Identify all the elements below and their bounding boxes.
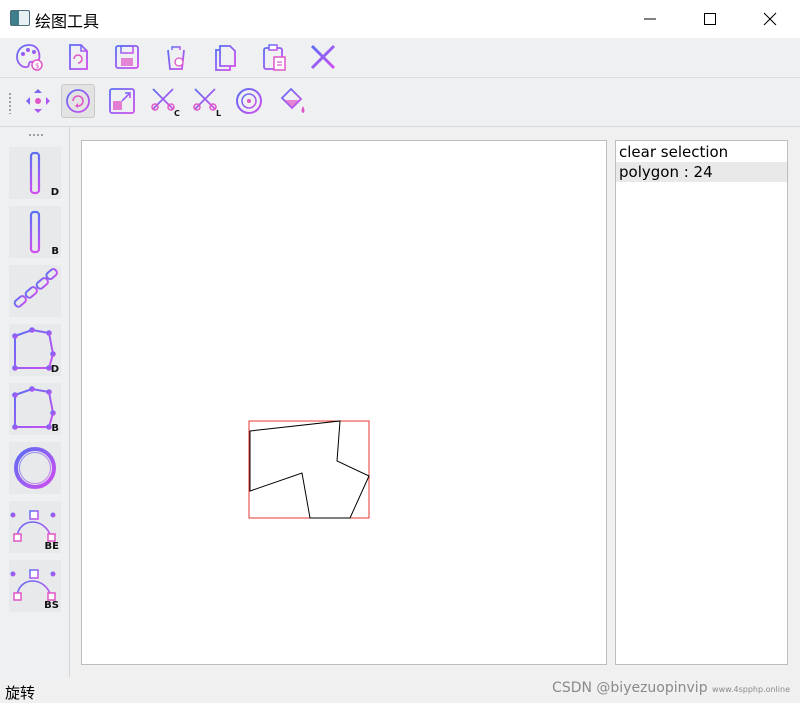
tool-tag: B	[51, 246, 59, 257]
list-item[interactable]: clear selection	[616, 142, 787, 162]
shape-list[interactable]: clear selection polygon : 24	[615, 140, 788, 665]
watermark: CSDN @biyezuopinvip www.4spphp.online	[552, 680, 790, 696]
file-toolbar: $	[0, 38, 800, 78]
trash-icon	[165, 46, 187, 70]
copy-icon	[215, 45, 236, 71]
palette-button[interactable]: $	[12, 40, 46, 74]
paste-button[interactable]	[257, 40, 291, 74]
close-button[interactable]	[740, 0, 800, 38]
chain-line-icon	[13, 268, 58, 308]
move-icon	[26, 89, 50, 113]
cut-cohen-icon: C	[151, 88, 180, 117]
exit-button[interactable]	[306, 40, 340, 74]
drawing-canvas[interactable]	[81, 140, 607, 665]
center-icon	[236, 88, 262, 114]
scale-icon	[109, 88, 135, 114]
scale-button[interactable]	[105, 84, 139, 118]
fill-icon	[280, 87, 305, 113]
polygon-bresenham-tool[interactable]: B	[9, 383, 61, 435]
curve-bezier-tool[interactable]: BE	[9, 501, 61, 553]
fill-button[interactable]	[275, 84, 309, 118]
cut-cohen-tag: C	[174, 109, 180, 117]
toolbar-grip[interactable]	[8, 92, 12, 114]
maximize-button[interactable]	[680, 0, 740, 38]
tool-tag: B	[51, 423, 59, 434]
ellipse-tool[interactable]	[9, 442, 61, 494]
watermark-text: CSDN @biyezuopinvip	[552, 680, 708, 696]
minimize-icon	[644, 18, 656, 20]
ellipse-icon	[14, 447, 56, 489]
sidebar-grip[interactable]	[28, 133, 44, 137]
center-button[interactable]	[232, 84, 266, 118]
palette-icon: $	[16, 44, 43, 71]
copy-button[interactable]	[208, 40, 242, 74]
rotate-button[interactable]	[61, 84, 95, 118]
line-bresenham-tool[interactable]: B	[9, 206, 61, 258]
title-bar: 绘图工具	[0, 0, 800, 39]
status-text: 旋转	[5, 684, 36, 702]
cut-liang-button[interactable]: L	[190, 84, 224, 118]
cut-cohen-button[interactable]: C	[148, 84, 182, 118]
save-icon	[115, 45, 139, 69]
selection-box	[248, 420, 370, 519]
svg-text:$: $	[35, 62, 39, 70]
rotate-icon	[66, 89, 90, 113]
watermark-small: www.4spphp.online	[712, 685, 790, 694]
polygon-shape[interactable]	[249, 420, 370, 519]
paste-icon	[263, 44, 286, 71]
polygon-dda-tool[interactable]: D	[9, 324, 61, 376]
transform-toolbar: C L	[0, 78, 800, 127]
curve-bspline-tool[interactable]: BS	[9, 560, 61, 612]
close-icon	[763, 12, 777, 26]
status-bar: 旋转 CSDN @biyezuopinvip www.4spphp.online	[0, 678, 800, 703]
list-item[interactable]: polygon : 24	[616, 162, 787, 182]
app-icon	[10, 10, 30, 26]
minimize-button[interactable]	[620, 0, 680, 38]
cut-liang-icon: L	[193, 88, 221, 117]
cut-liang-tag: L	[216, 109, 221, 117]
close-x-icon	[310, 44, 336, 70]
tool-tag: D	[50, 364, 59, 375]
move-button[interactable]	[21, 84, 55, 118]
line-chain-tool[interactable]	[9, 265, 61, 317]
maximize-icon	[704, 13, 716, 25]
tool-tag: D	[50, 187, 59, 198]
line-dda-tool[interactable]: D	[9, 147, 61, 199]
tool-tag: BS	[44, 600, 59, 611]
save-button[interactable]	[110, 40, 144, 74]
tool-tag: BE	[44, 541, 59, 552]
canvas-surface	[248, 420, 370, 519]
window-title: 绘图工具	[35, 12, 100, 31]
new-file-button[interactable]	[61, 40, 95, 74]
delete-button[interactable]	[159, 40, 193, 74]
new-file-icon	[69, 44, 88, 70]
